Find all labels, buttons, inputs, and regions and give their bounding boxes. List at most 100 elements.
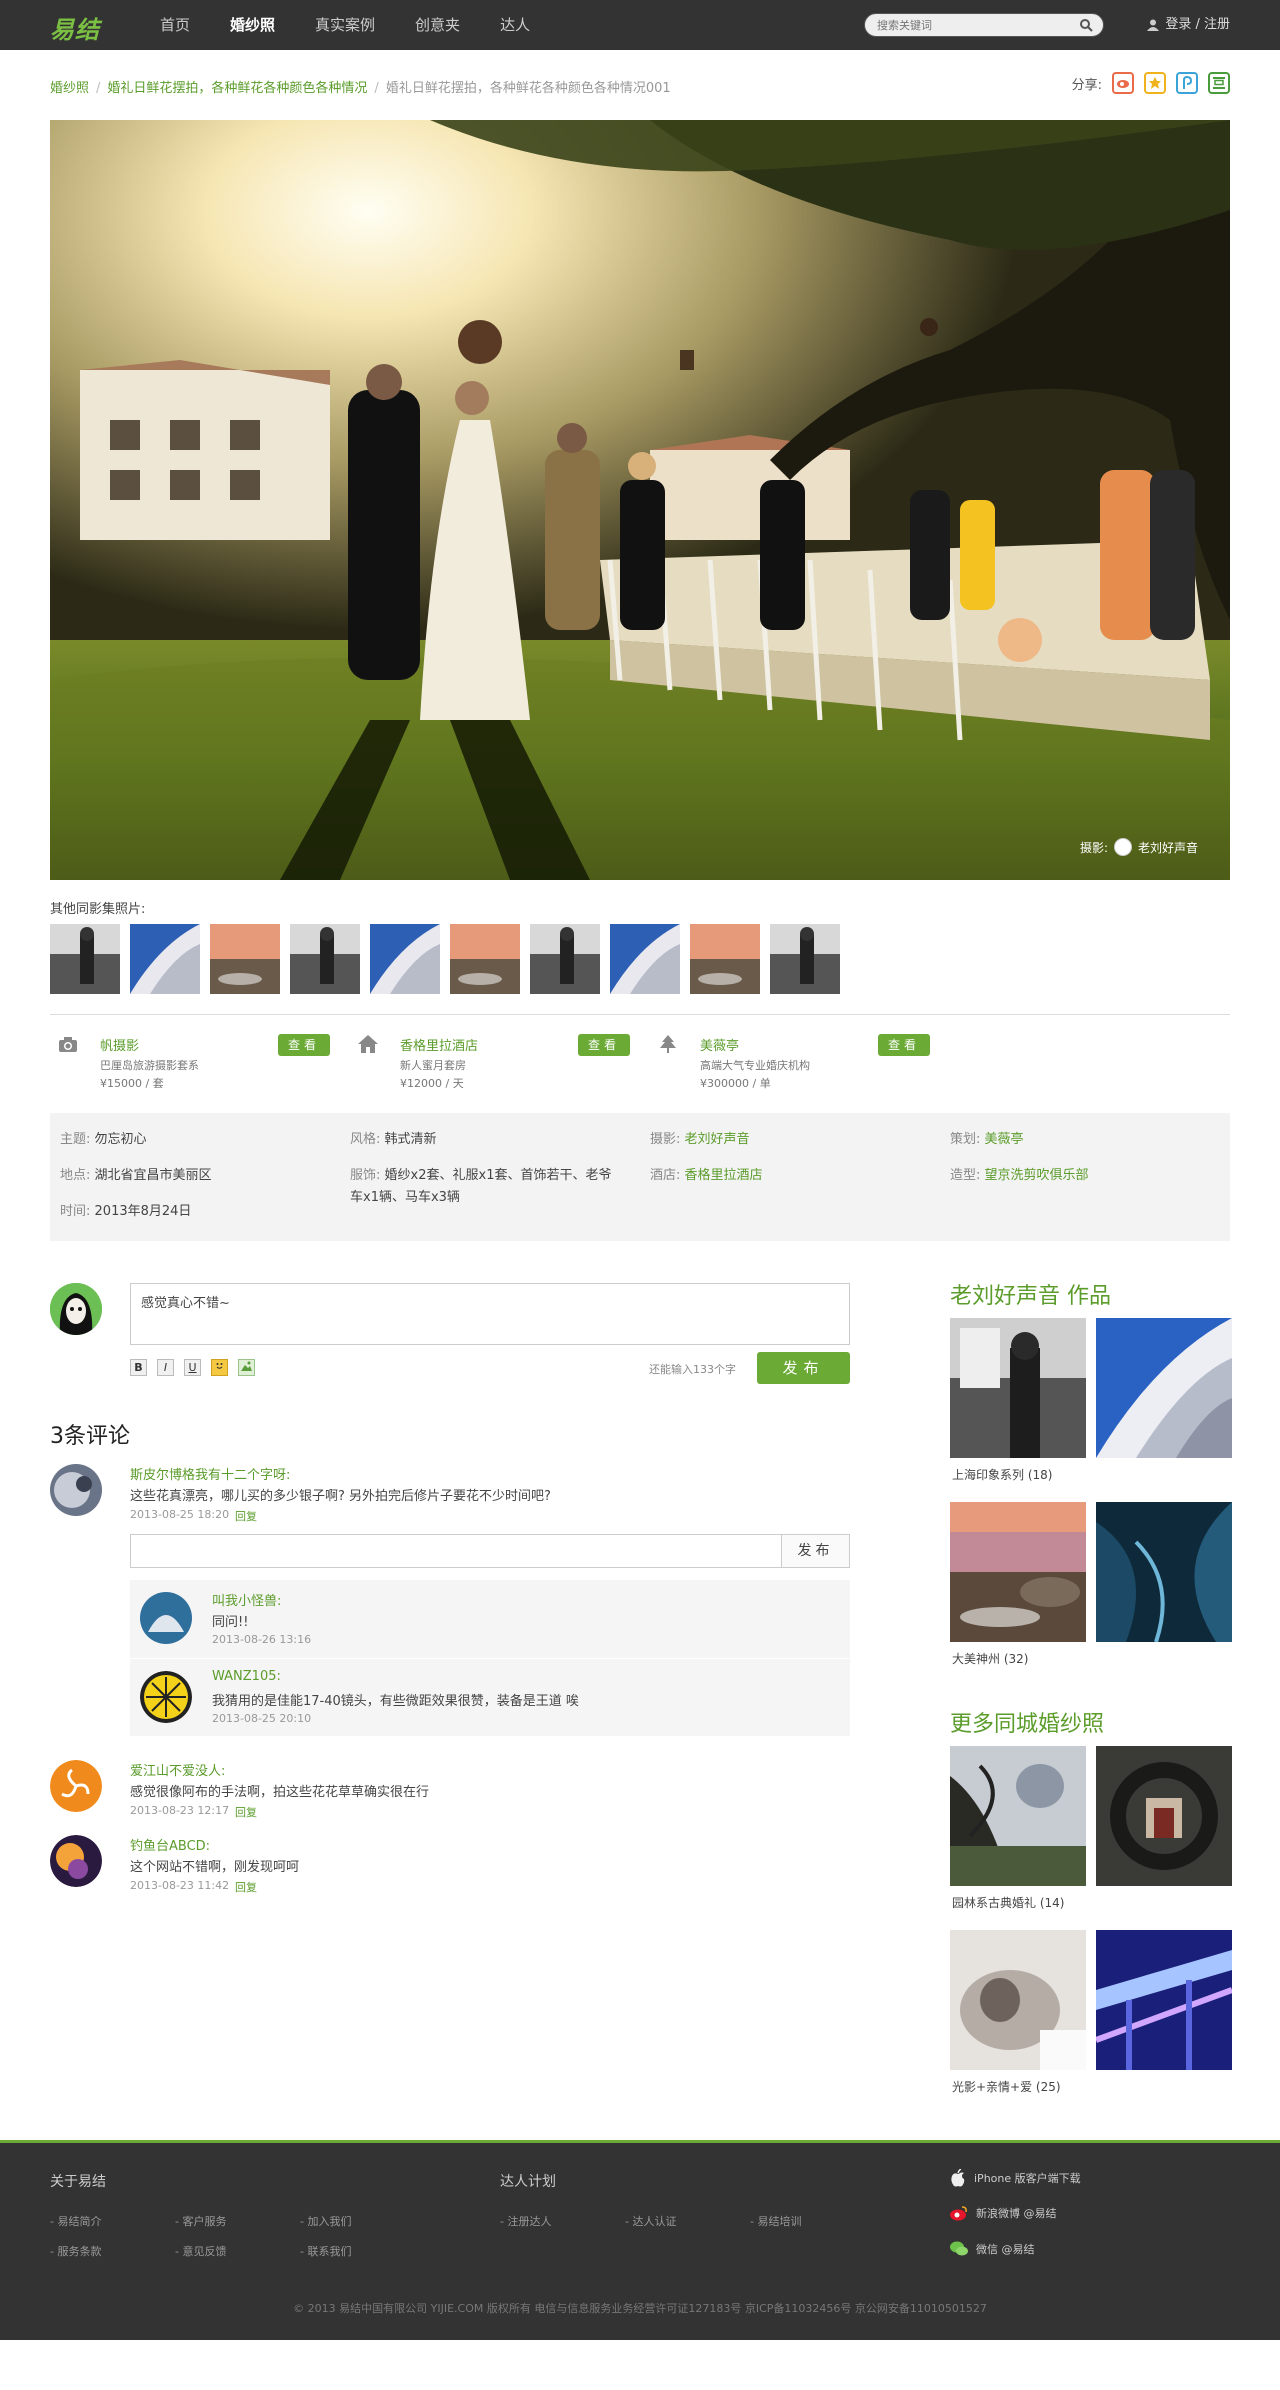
reply-submit-button[interactable]: 发布 xyxy=(781,1535,849,1567)
breadcrumb-separator: / xyxy=(374,81,379,96)
search-icon[interactable] xyxy=(1079,18,1093,32)
underline-button[interactable]: U xyxy=(184,1359,201,1376)
footer-link[interactable]: - 易结培训 xyxy=(750,2213,801,2229)
info-styling: 造型: 望京洗剪吹俱乐部 xyxy=(950,1165,1089,1187)
vendor-name[interactable]: 帆摄影 xyxy=(100,1035,139,1054)
info-value: 勿忘初心 xyxy=(94,1132,147,1147)
footer-link[interactable]: - 达人认证 xyxy=(625,2213,676,2229)
commenter-avatar[interactable] xyxy=(50,1835,102,1887)
info-dress: 服饰: 婚纱x2套、礼服x1套、首饰若干、老爷 车x1辆、马车x3辆 xyxy=(350,1165,640,1209)
vendor-name[interactable]: 香格里拉酒店 xyxy=(400,1035,478,1054)
thumbnail[interactable] xyxy=(370,924,440,994)
comment-textarea[interactable]: 感觉真心不错~ xyxy=(130,1283,850,1345)
footer-link[interactable]: - 服务条款 xyxy=(50,2243,101,2259)
commenter-avatar[interactable] xyxy=(50,1464,102,1516)
thumbnail[interactable] xyxy=(770,924,840,994)
reply-link[interactable]: 回复 xyxy=(235,1508,257,1524)
footer-link[interactable]: - 意见反馈 xyxy=(175,2243,226,2259)
tencent-icon[interactable] xyxy=(1176,72,1198,94)
reply-input[interactable] xyxy=(131,1535,731,1567)
login-link[interactable]: 登录 / 注册 xyxy=(1147,0,1230,50)
info-link[interactable]: 望京洗剪吹俱乐部 xyxy=(985,1168,1089,1183)
footer-link[interactable]: - 注册达人 xyxy=(500,2213,551,2229)
wechat-link[interactable]: 微信 @易结 xyxy=(950,2241,1035,2257)
breadcrumb-item[interactable]: 婚礼日鲜花摆拍，各种鲜花各种颜色各种情况 xyxy=(107,81,367,96)
commenter-name[interactable]: 斯皮尔博格我有十二个字呀: xyxy=(130,1464,290,1483)
footer-link[interactable]: - 易结简介 xyxy=(50,2213,101,2229)
thumbnail[interactable] xyxy=(610,924,680,994)
logo[interactable]: 易结 xyxy=(50,10,100,45)
iphone-app-link[interactable]: iPhone 版客户端下载 xyxy=(950,2169,1081,2187)
info-link[interactable]: 美薇亭 xyxy=(985,1132,1024,1147)
info-place: 地点: 湖北省宜昌市美丽区 xyxy=(60,1165,212,1187)
image-icon[interactable] xyxy=(238,1359,255,1376)
nav-wedding-photos[interactable]: 婚纱照 xyxy=(230,0,275,50)
current-user-avatar xyxy=(50,1283,102,1335)
thumbnail[interactable] xyxy=(530,924,600,994)
nav-experts[interactable]: 达人 xyxy=(500,0,530,50)
commenter-avatar[interactable] xyxy=(140,1592,192,1644)
search-input[interactable] xyxy=(865,14,1065,36)
commenter-avatar[interactable] xyxy=(140,1671,192,1723)
album-cover[interactable] xyxy=(950,1746,1086,1886)
weibo-icon xyxy=(950,2206,967,2221)
commenter-name[interactable]: 爱江山不爱没人: xyxy=(130,1760,225,1779)
view-vendor-button[interactable]: 查看 xyxy=(578,1034,630,1056)
album-cover[interactable] xyxy=(950,1502,1086,1642)
footer-link[interactable]: - 加入我们 xyxy=(300,2213,351,2229)
post-comment-button[interactable]: 发布 xyxy=(757,1352,850,1384)
commenter-name[interactable]: 叫我小怪兽: xyxy=(212,1590,281,1609)
emoji-icon[interactable] xyxy=(211,1359,228,1376)
album-caption[interactable]: 光影+亲情+爱 (25) xyxy=(952,2078,1061,2095)
thumbnail[interactable] xyxy=(210,924,280,994)
other-photos-label: 其他同影集照片: xyxy=(50,902,146,917)
reply-link[interactable]: 回复 xyxy=(235,1879,257,1895)
album-cover[interactable] xyxy=(950,1930,1086,2070)
thumbnail[interactable] xyxy=(50,924,120,994)
comment-text: 同问!! xyxy=(212,1615,249,1630)
commenter-name[interactable]: 钓鱼台ABCD: xyxy=(130,1835,210,1854)
nav-home[interactable]: 首页 xyxy=(160,0,190,50)
weibo-link[interactable]: 新浪微博 @易结 xyxy=(950,2205,1057,2221)
commenter-avatar[interactable] xyxy=(50,1760,102,1812)
main-photo[interactable]: 摄影: 老刘好声音 xyxy=(50,120,1230,880)
album-cover[interactable] xyxy=(1096,1746,1232,1886)
album-cover[interactable] xyxy=(1096,1930,1232,2070)
album-caption[interactable]: 上海印象系列 (18) xyxy=(952,1466,1052,1483)
italic-button[interactable]: I xyxy=(157,1359,174,1376)
album-caption[interactable]: 园林系古典婚礼 (14) xyxy=(952,1894,1064,1911)
photographer-avatar[interactable] xyxy=(1113,838,1132,856)
footer-link[interactable]: - 联系我们 xyxy=(300,2243,351,2259)
bold-button[interactable]: B xyxy=(130,1359,147,1376)
thumbnail[interactable] xyxy=(450,924,520,994)
view-vendor-button[interactable]: 查看 xyxy=(878,1034,930,1056)
vendor-desc: 新人蜜月套房 xyxy=(400,1059,466,1072)
album-cover[interactable] xyxy=(1096,1318,1232,1458)
comment-item: 爱江山不爱没人: 感觉很像阿布的手法啊，拍这些花花草草确实很在行 2013-08… xyxy=(50,1760,850,1820)
thumbnail[interactable] xyxy=(690,924,760,994)
album-cover[interactable] xyxy=(950,1318,1086,1458)
vendor-name[interactable]: 美薇亭 xyxy=(700,1035,739,1054)
info-value: 2013年8月24日 xyxy=(94,1204,192,1219)
album-cover[interactable] xyxy=(1096,1502,1232,1642)
album-caption[interactable]: 大美神州 (32) xyxy=(952,1650,1028,1667)
view-vendor-button[interactable]: 查看 xyxy=(278,1034,330,1056)
info-link[interactable]: 老刘好声音 xyxy=(685,1132,750,1147)
breadcrumb-item[interactable]: 婚纱照 xyxy=(50,81,89,96)
thumbnail[interactable] xyxy=(130,924,200,994)
qzone-icon[interactable] xyxy=(1144,72,1166,94)
thumbnail[interactable] xyxy=(290,924,360,994)
footer-link[interactable]: - 客户服务 xyxy=(175,2213,226,2229)
credit-label: 摄影: xyxy=(1079,840,1108,855)
weibo-icon[interactable] xyxy=(1112,72,1134,94)
nav-ideas[interactable]: 创意夹 xyxy=(415,0,460,50)
nav-real-cases[interactable]: 真实案例 xyxy=(315,0,375,50)
info-link[interactable]: 香格里拉酒店 xyxy=(685,1168,763,1183)
reply-link[interactable]: 回复 xyxy=(235,1804,257,1820)
apple-icon xyxy=(951,2169,965,2187)
credit-name[interactable]: 老刘好声音 xyxy=(1138,839,1198,856)
info-label: 摄影: xyxy=(650,1132,681,1147)
commenter-name[interactable]: WANZ105: xyxy=(212,1669,281,1684)
douban-icon[interactable] xyxy=(1208,72,1230,94)
vendor-card: 美薇亭 高端大气专业婚庆机构 ¥300000 / 单 查看 xyxy=(650,1030,930,1100)
